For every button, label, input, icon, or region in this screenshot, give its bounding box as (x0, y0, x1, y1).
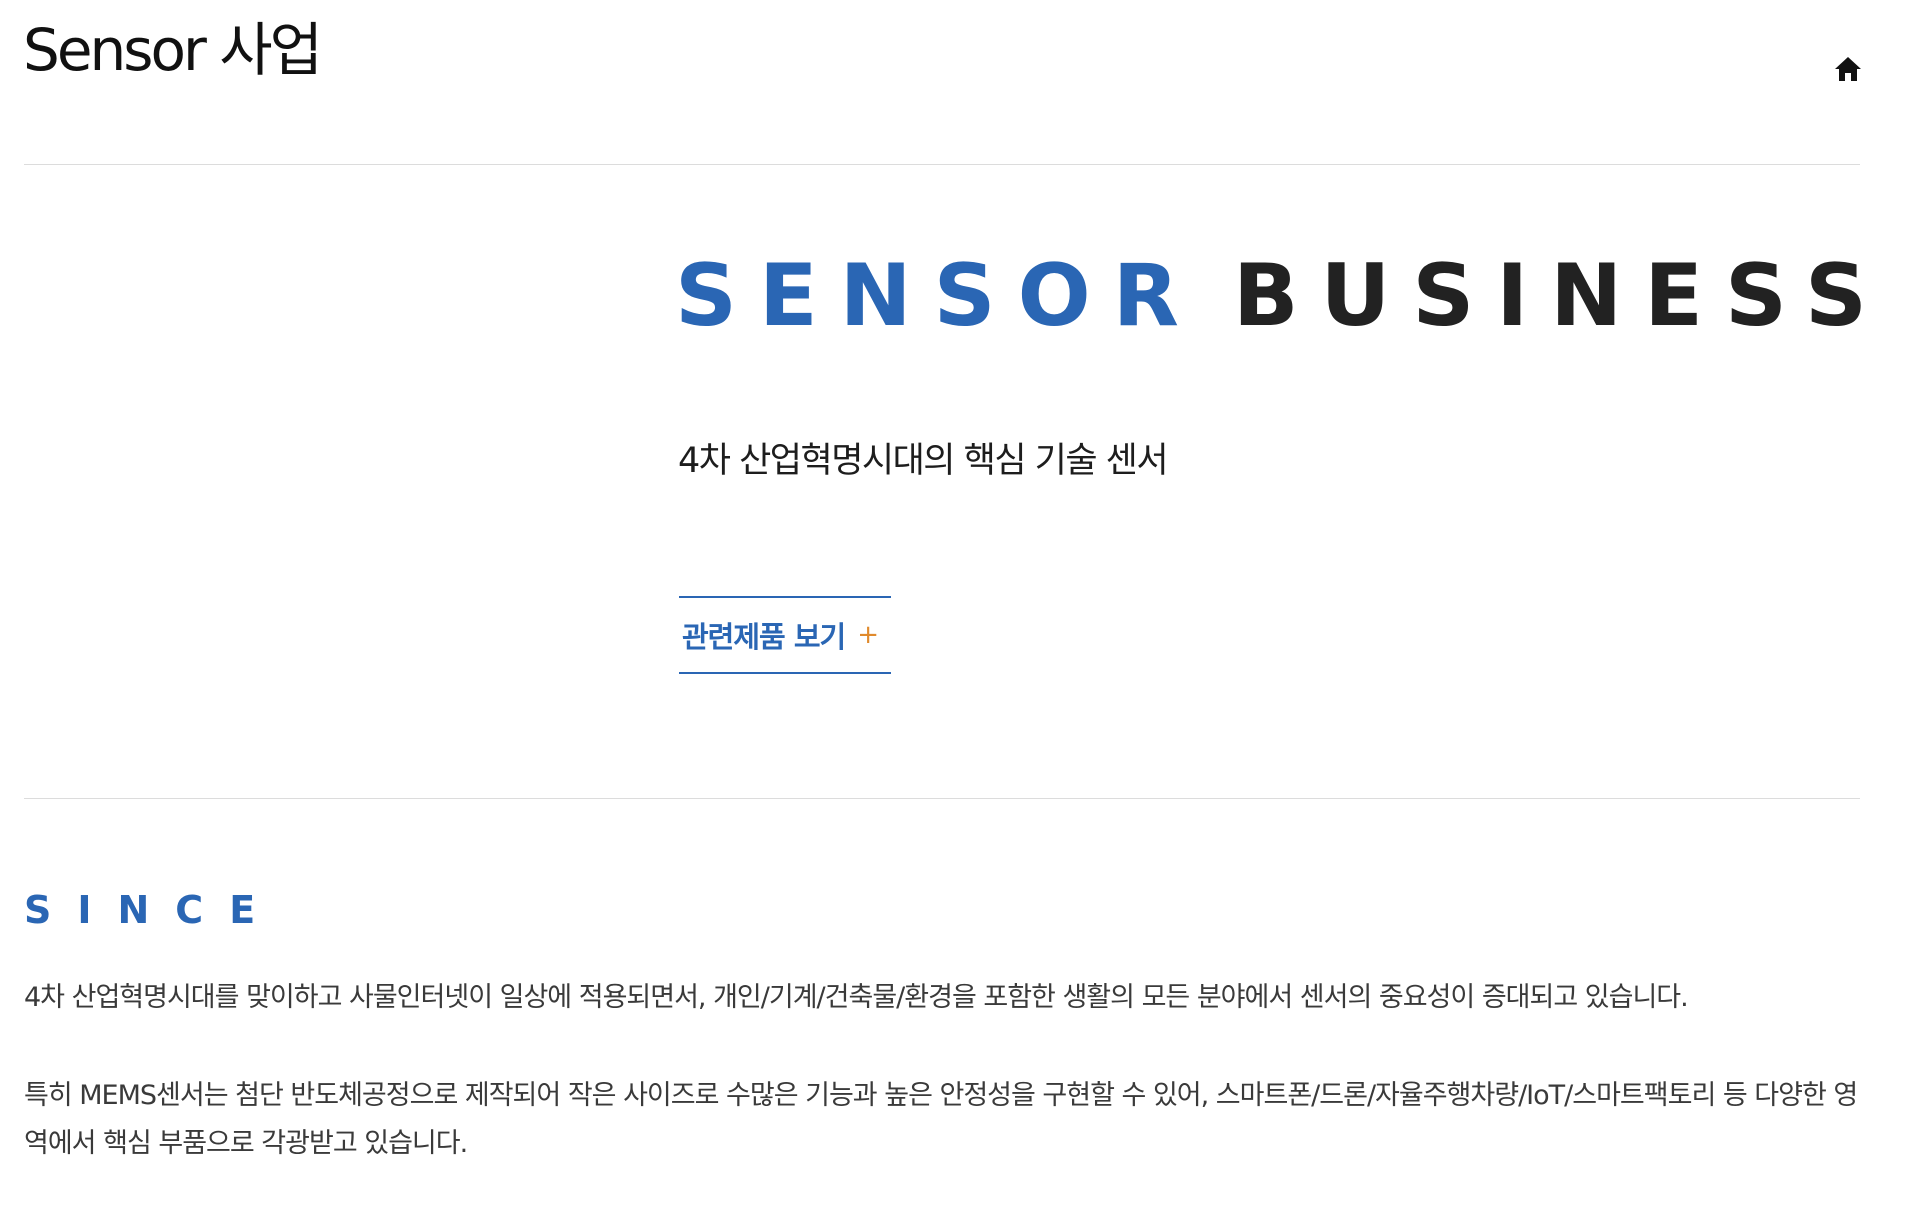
page-title: Sensor 사업 (23, 16, 323, 84)
hero-title-sensor: SENSOR (675, 246, 1201, 346)
plus-icon: + (857, 620, 879, 650)
header-divider (24, 164, 1860, 165)
home-icon (1835, 57, 1861, 81)
hero-subtitle: 4차 산업혁명시대의 핵심 기술 센서 (678, 441, 1169, 481)
since-paragraph-2: 특히 MEMS센서는 첨단 반도체공정으로 제작되어 작은 사이즈로 수많은 기… (24, 1080, 1858, 1159)
view-related-products-label: 관련제품 보기 (682, 620, 846, 654)
hero-title-business: BUSINESS (1232, 246, 1889, 346)
view-related-products-button[interactable]: 관련제품 보기 + (679, 596, 891, 674)
since-heading: SINCE (24, 888, 282, 932)
hero-title: SENSOR BUSINESS (675, 248, 1889, 344)
home-button[interactable] (1833, 55, 1863, 83)
page: Sensor 사업 SENSOR BUSINESS 4차 산업혁명시대의 핵심 기… (0, 0, 1916, 1210)
since-paragraph-1: 4차 산업혁명시대를 맞이하고 사물인터넷이 일상에 적용되면서, 개인/기계/… (24, 982, 1689, 1013)
section-divider (24, 798, 1860, 799)
